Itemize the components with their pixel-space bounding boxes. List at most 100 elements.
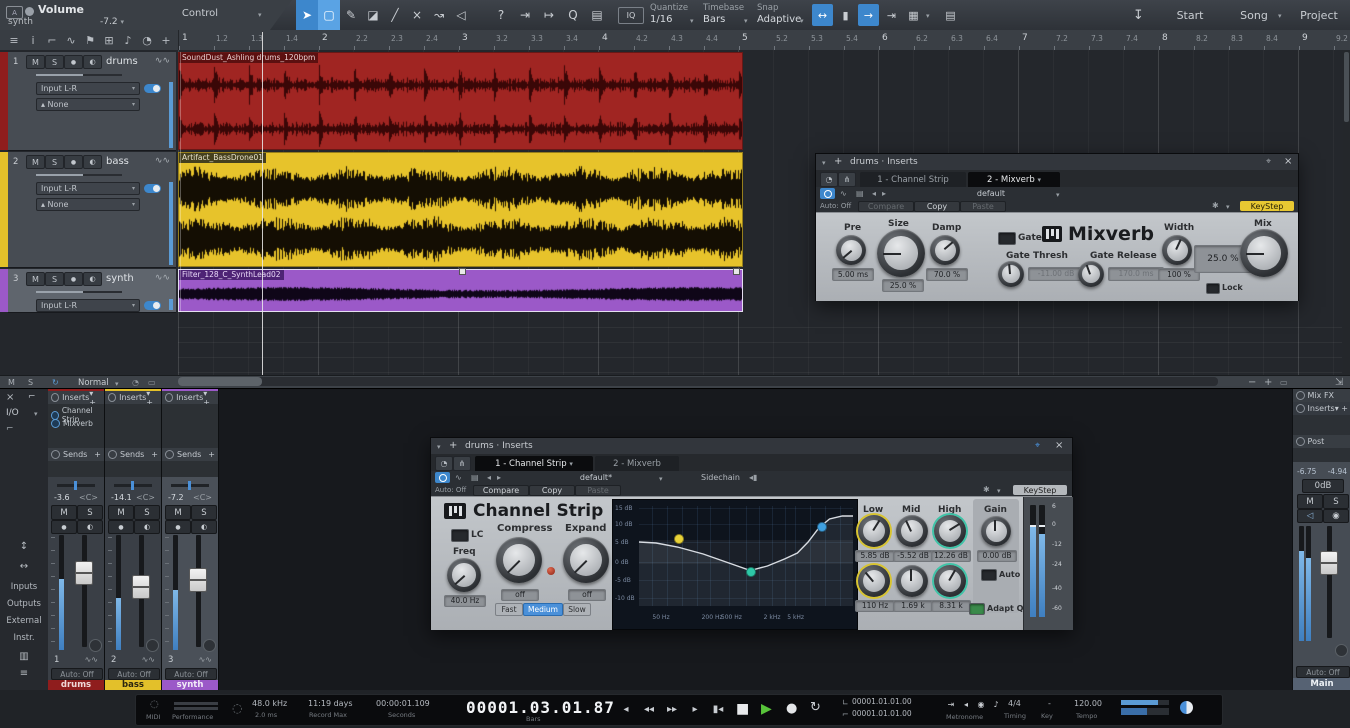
expand-value[interactable]: off xyxy=(568,589,606,601)
volume-readout[interactable]: -7.2 xyxy=(168,493,184,502)
bypass-power-button[interactable] xyxy=(435,472,450,483)
inserts-header[interactable]: Inserts▾ + xyxy=(162,391,218,404)
close-icon[interactable]: × xyxy=(6,392,14,403)
mix-knob[interactable] xyxy=(1240,229,1288,277)
speed-medium-button[interactable]: Medium xyxy=(523,603,563,616)
chevron-down-icon[interactable]: ▾ xyxy=(926,12,930,20)
automation-parameter[interactable]: Volume xyxy=(38,3,84,16)
banks-icon[interactable]: ▥ xyxy=(0,651,48,662)
compress-value[interactable]: off xyxy=(501,589,539,601)
power-icon[interactable] xyxy=(51,393,59,402)
monitor-button[interactable]: ◐ xyxy=(83,55,102,69)
prev-marker-button[interactable]: ◂ xyxy=(616,701,636,717)
mute-button[interactable]: M xyxy=(108,505,134,520)
compact-view-icon[interactable]: ↕ xyxy=(0,541,48,552)
high-gain-value[interactable]: 12.26 dB xyxy=(931,550,971,562)
knob-panel-icon[interactable]: ◔ xyxy=(820,172,838,187)
high-band-dot[interactable] xyxy=(817,522,827,532)
power-icon[interactable] xyxy=(108,393,116,402)
chevron-down-icon[interactable]: ▾ xyxy=(690,17,694,25)
record-arm-button[interactable]: ● xyxy=(64,55,83,69)
power-icon[interactable] xyxy=(1296,391,1305,400)
track-name[interactable]: synth xyxy=(106,273,134,284)
preset-file-icon[interactable]: ▤ xyxy=(856,189,864,198)
add-insert-icon[interactable]: + xyxy=(449,440,457,451)
channel-strip-drums[interactable]: Inserts▾ +Channel StripMixverb Sends+-3.… xyxy=(48,389,105,691)
pin-icon[interactable]: ⌖ xyxy=(1266,157,1271,167)
key-value[interactable]: - xyxy=(1048,699,1051,708)
mute-button[interactable]: M xyxy=(51,505,77,520)
monitor-button[interactable]: ◐ xyxy=(134,520,160,534)
sidebar-outputs-button[interactable]: Outputs xyxy=(0,599,48,609)
preset-name[interactable]: default* xyxy=(541,473,651,482)
main-fader-track[interactable] xyxy=(1327,526,1332,638)
volume-fader[interactable] xyxy=(189,568,207,592)
automation-mode-button[interactable]: Auto: Off xyxy=(165,668,217,680)
monitor-toggle[interactable] xyxy=(144,84,161,93)
sidebar-inputs-button[interactable]: Inputs xyxy=(0,582,48,592)
loop-start[interactable]: 00001.01.01.00 xyxy=(852,697,912,706)
tempo-value[interactable]: 120.00 xyxy=(1074,699,1102,708)
pan-tick[interactable] xyxy=(74,481,77,490)
zoom-preset-icon[interactable]: ▭ xyxy=(1280,378,1288,387)
close-icon[interactable]: × xyxy=(1055,440,1063,451)
listen-tool-icon[interactable]: ◁ xyxy=(450,0,472,30)
routing-icon[interactable]: ⋔ xyxy=(453,456,471,471)
power-icon[interactable] xyxy=(51,450,60,459)
main-name-plate[interactable]: Main xyxy=(1293,678,1350,690)
track-name[interactable]: bass xyxy=(106,156,129,167)
sidechain-label[interactable]: Sidechain xyxy=(701,473,740,482)
automation-mode-button[interactable]: Auto: Off xyxy=(108,668,160,680)
pin-icon[interactable]: ⌖ xyxy=(1035,441,1040,451)
mid-freq-knob[interactable] xyxy=(896,565,928,597)
insert-slot-mixverb[interactable]: Mixverb xyxy=(51,419,93,428)
tab-mixverb[interactable]: 2 - Mixverb ▾ xyxy=(968,172,1060,187)
fader-track[interactable] xyxy=(82,535,87,647)
low-gain-value[interactable]: 5.85 dB xyxy=(855,550,895,562)
headphone-icon[interactable]: ◉ xyxy=(1323,509,1349,523)
expand-knob[interactable] xyxy=(563,537,609,583)
input-select[interactable]: Input L-R▾ xyxy=(36,299,140,312)
mute-button[interactable]: M xyxy=(26,155,45,169)
record-arm-button[interactable]: ● xyxy=(64,155,83,169)
gate-thresh-value[interactable]: -11.00 dB xyxy=(1028,267,1084,281)
narrow-view-icon[interactable]: ↔ xyxy=(0,561,48,572)
precount-button[interactable]: ⇥ xyxy=(944,698,958,710)
freq-knob[interactable] xyxy=(447,558,481,592)
low-band-dot[interactable] xyxy=(674,534,684,544)
track-volume-slider[interactable] xyxy=(36,291,122,293)
macros-icon[interactable]: ▤ xyxy=(586,0,608,30)
mute-tool-icon[interactable]: × xyxy=(406,0,428,30)
mid-band-dot[interactable] xyxy=(746,567,756,577)
low-gain-knob[interactable] xyxy=(858,515,890,547)
power-icon[interactable] xyxy=(108,450,117,459)
solo-button[interactable]: S xyxy=(45,55,64,69)
zoom-in-icon[interactable]: + xyxy=(1264,377,1272,388)
channel-strip-bass[interactable]: Inserts▾ + Sends+-14.1<C>MS●◐2∿∿Auto: Of… xyxy=(105,389,162,691)
cue-knob[interactable] xyxy=(1335,644,1348,657)
pan-tick[interactable] xyxy=(131,481,134,490)
tempo-track-icon[interactable]: ◔ xyxy=(137,30,157,50)
power-icon[interactable] xyxy=(1296,437,1305,446)
volume-fader[interactable] xyxy=(132,575,150,599)
monitor-button[interactable]: ◐ xyxy=(77,520,103,534)
post-header[interactable]: Post xyxy=(1293,435,1350,448)
quantize-value[interactable]: 1/16 xyxy=(650,14,672,25)
solo-button[interactable]: S xyxy=(45,272,64,286)
sidebar-external-button[interactable]: External xyxy=(0,616,48,626)
channel-strip-synth[interactable]: Inserts▾ + Sends+-7.2<C>MS●◐3∿∿Auto: Off… xyxy=(162,389,219,691)
high-freq-value[interactable]: 8.31 k xyxy=(931,600,971,612)
bypass-power-button[interactable] xyxy=(820,188,835,199)
track-header-drums[interactable]: 1MS●◐drums∿∿Input L-R▾▴ None▾ xyxy=(8,52,176,151)
time-display[interactable]: 00:00:01.109 xyxy=(376,699,430,708)
timeline-ruler[interactable]: 11.21.31.422.22.32.433.23.33.444.24.34.4… xyxy=(178,30,1350,50)
project-page-button[interactable]: Project xyxy=(1292,0,1346,30)
chevron-down-icon[interactable]: ▾ xyxy=(659,475,663,483)
keystep-focus-button[interactable]: KeyStep xyxy=(1240,201,1294,211)
solo-button[interactable]: S xyxy=(134,505,160,520)
paste-button[interactable]: Paste xyxy=(575,485,621,496)
time-signature[interactable]: 4/4 xyxy=(1008,699,1021,708)
range-tool-icon[interactable]: ▢ xyxy=(318,0,340,30)
high-freq-knob[interactable] xyxy=(934,565,966,597)
main-automation-button[interactable]: Auto: Off xyxy=(1296,666,1350,678)
